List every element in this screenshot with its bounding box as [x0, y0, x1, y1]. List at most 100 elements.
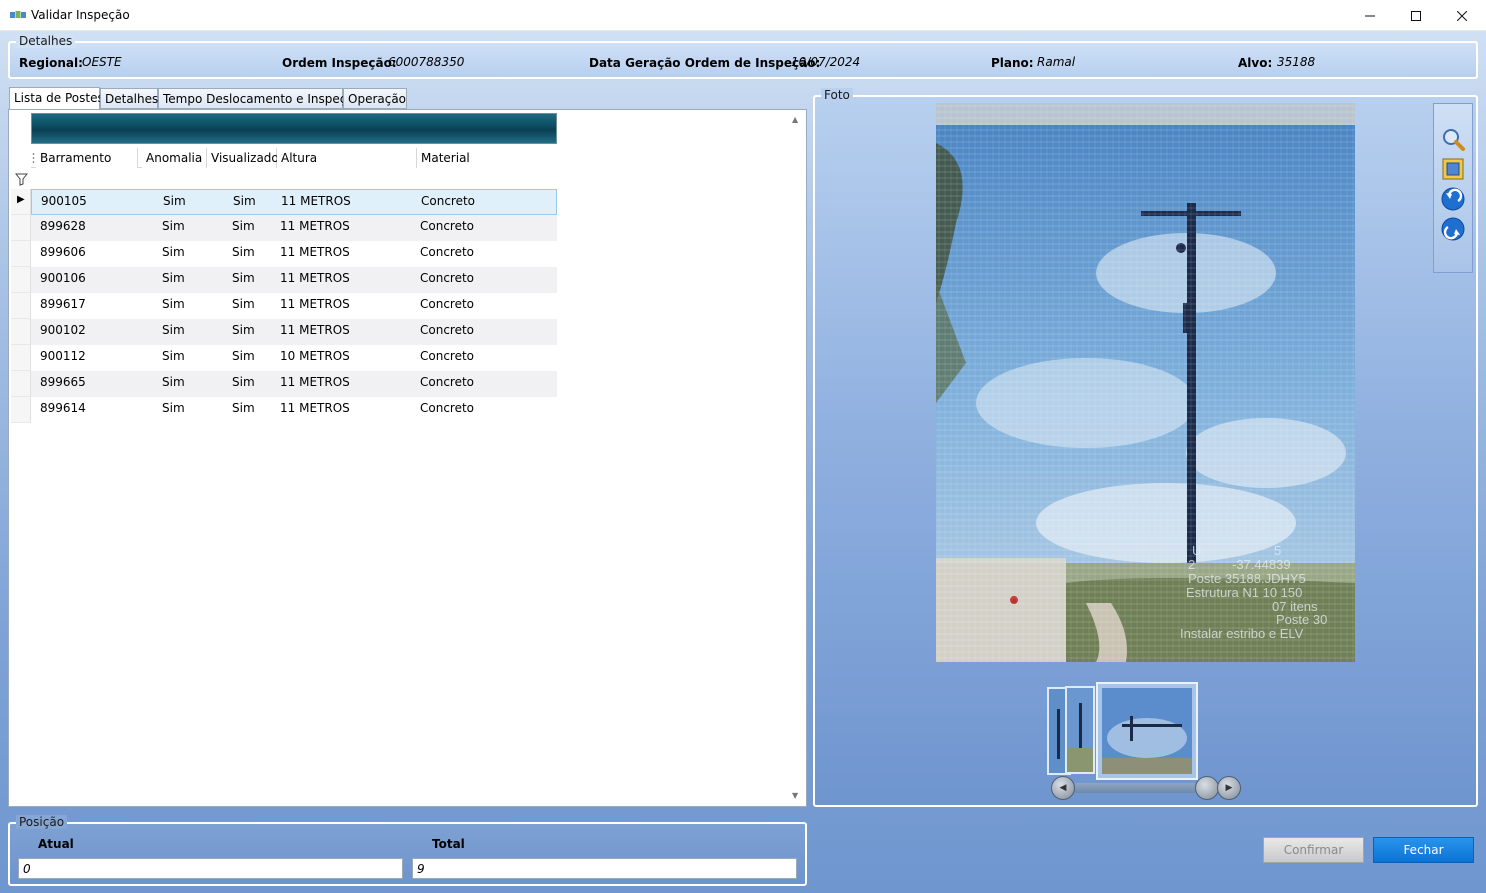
alvo-value: 35188 [1277, 55, 1316, 69]
thumbnail-prev-button[interactable]: ◀ [1051, 776, 1075, 800]
maximize-icon [1411, 10, 1421, 21]
fit-frame-icon [1442, 158, 1464, 180]
table-row[interactable]: 900102 Sim Sim 11 METROS Concreto [31, 319, 557, 345]
cell-barramento: 899606 [40, 245, 86, 259]
plano-label: Plano: [991, 56, 1034, 70]
cell-material: Concreto [420, 297, 475, 311]
table-row[interactable]: 899628 Sim Sim 11 METROS Concreto [31, 215, 557, 241]
foto-legend: Foto [821, 88, 853, 102]
cell-barramento: 900106 [40, 271, 86, 285]
row-selector[interactable] [11, 397, 31, 423]
cell-visualizado: Sim [232, 349, 255, 363]
column-header-anomalia[interactable]: Anomalia [142, 148, 207, 168]
row-selector[interactable] [11, 345, 31, 371]
tab-lista-de-postes[interactable]: Lista de Postes [9, 87, 104, 110]
table-row[interactable]: 899606 Sim Sim 11 METROS Concreto [31, 241, 557, 267]
fit-to-window-button[interactable] [1441, 157, 1465, 181]
title-bar: Validar Inspeção [0, 0, 1486, 31]
row-selector[interactable] [11, 319, 31, 345]
cell-visualizado: Sim [232, 297, 255, 311]
cell-visualizado: Sim [232, 401, 255, 415]
scroll-down-icon[interactable]: ▼ [792, 791, 798, 800]
photo-overlay-line: U [1192, 543, 1201, 558]
cell-material: Concreto [420, 245, 475, 259]
thumbnail-scroll-thumb[interactable] [1195, 776, 1219, 800]
cell-anomalia: Sim [162, 323, 185, 337]
cell-barramento: 899617 [40, 297, 86, 311]
table-row[interactable]: 899665 Sim Sim 11 METROS Concreto [31, 371, 557, 397]
alvo-label: Alvo: [1238, 56, 1273, 70]
regional-label: Regional: [19, 56, 83, 70]
table-row[interactable]: 900112 Sim Sim 10 METROS Concreto [31, 345, 557, 371]
cell-material: Concreto [420, 271, 475, 285]
filter-icon [14, 173, 28, 186]
cell-altura: 10 METROS [280, 349, 350, 363]
row-selector[interactable] [11, 371, 31, 397]
tab-detalhes[interactable]: Detalhes [100, 88, 158, 109]
chevron-left-icon: ◀ [1059, 783, 1067, 793]
cell-altura: 11 METROS [280, 219, 350, 233]
ordem-value: 6000788350 [388, 55, 465, 69]
row-selector[interactable] [11, 215, 31, 241]
photo-overlay-line: 5 [1274, 543, 1281, 558]
posicao-group: Posição Atual 0 Total 9 [8, 815, 807, 886]
close-window-button[interactable] [1439, 0, 1485, 31]
photo-overlay-line: -37.44839 [1232, 557, 1291, 572]
column-header-visualizado[interactable]: Visualizado [207, 148, 279, 168]
minimize-button[interactable] [1347, 0, 1393, 31]
cell-anomalia: Sim [162, 401, 185, 415]
tab-operacao[interactable]: Operação [343, 88, 407, 109]
cell-barramento: 900112 [40, 349, 86, 363]
total-field[interactable]: 9 [412, 858, 797, 879]
column-header-material[interactable]: Material [417, 148, 557, 168]
photo-overlay-line: Instalar estribo e ELV [1180, 626, 1304, 641]
cell-material: Concreto [421, 194, 476, 208]
rotate-left-icon [1441, 187, 1465, 211]
rotate-right-button[interactable] [1441, 217, 1465, 241]
cell-altura: 11 METROS [280, 245, 350, 259]
filter-button[interactable] [11, 169, 31, 189]
inspection-photo[interactable]: U 5 2 -37.44839 Poste 35188.JDHY5 Estrut… [936, 103, 1355, 662]
thumbnail-scroll-track[interactable] [1075, 783, 1195, 793]
tab-tempo-deslocamento[interactable]: Tempo Deslocamento e Inspeção [158, 88, 361, 109]
cell-material: Concreto [420, 219, 475, 233]
row-selector[interactable] [11, 241, 31, 267]
cell-anomalia: Sim [162, 245, 185, 259]
cell-material: Concreto [420, 349, 475, 363]
zoom-button[interactable] [1441, 127, 1465, 151]
photo-overlay-line: Poste 30 [1276, 612, 1327, 627]
grid-vertical-scrollbar[interactable]: ▲ ▼ [788, 111, 805, 805]
thumbnail-next-button[interactable]: ▶ [1217, 776, 1241, 800]
table-row[interactable]: 899617 Sim Sim 11 METROS Concreto [31, 293, 557, 319]
scroll-up-icon[interactable]: ▲ [792, 115, 798, 124]
cell-material: Concreto [420, 323, 475, 337]
table-row[interactable]: 899614 Sim Sim 11 METROS Concreto [31, 397, 557, 423]
row-selector[interactable] [11, 293, 31, 319]
thumbnail[interactable] [1065, 686, 1095, 774]
ordem-label: Ordem Inspeção: [282, 56, 397, 70]
atual-field[interactable]: 0 [18, 858, 403, 879]
row-selector[interactable] [11, 267, 31, 293]
maximize-button[interactable] [1393, 0, 1439, 31]
table-row[interactable]: 900105 Sim Sim 11 METROS Concreto [31, 189, 557, 215]
rotate-left-button[interactable] [1441, 187, 1465, 211]
column-header-barramento[interactable]: Barramento [36, 148, 138, 168]
close-button[interactable]: Fechar [1373, 837, 1474, 863]
cell-visualizado: Sim [232, 323, 255, 337]
column-chooser-icon[interactable] [32, 152, 35, 164]
table-row[interactable]: 900106 Sim Sim 11 METROS Concreto [31, 267, 557, 293]
cell-barramento: 899628 [40, 219, 86, 233]
minimize-icon [1365, 15, 1375, 16]
grid-group-header [31, 113, 557, 144]
close-icon [1457, 10, 1467, 21]
cell-anomalia: Sim [162, 375, 185, 389]
cell-altura: 11 METROS [280, 401, 350, 415]
cell-visualizado: Sim [232, 271, 255, 285]
confirm-button[interactable]: Confirmar [1263, 837, 1364, 863]
window-title: Validar Inspeção [31, 8, 130, 22]
thumbnail-selected[interactable] [1096, 682, 1198, 780]
column-header-altura[interactable]: Altura [277, 148, 417, 168]
cell-anomalia: Sim [163, 194, 186, 208]
photo-overlay-line: Estrutura N1 10 150 [1186, 585, 1302, 600]
row-selector[interactable]: ▶ [11, 189, 31, 215]
